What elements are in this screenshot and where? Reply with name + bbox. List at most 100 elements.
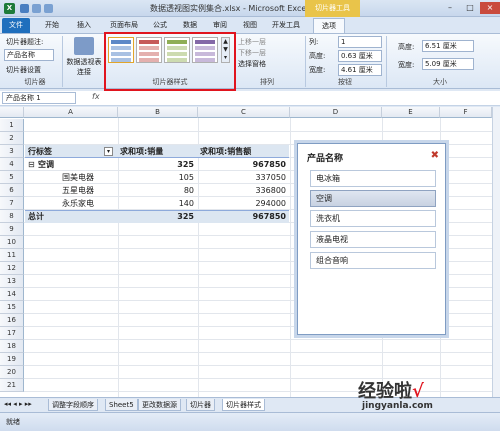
sheet-tab[interactable]: 调整字段顺序: [48, 399, 98, 411]
column-header[interactable]: E: [382, 107, 440, 118]
gridline: [24, 131, 492, 132]
sheet-tab-active[interactable]: 切片器样式: [222, 399, 265, 411]
row-header[interactable]: 14: [0, 288, 24, 301]
column-header[interactable]: D: [290, 107, 382, 118]
tab-file[interactable]: 文件: [2, 18, 30, 33]
pivot-row-name: 永乐家电: [62, 199, 94, 208]
selection-pane-button[interactable]: 选择窗格: [238, 59, 266, 69]
filter-dropdown-icon[interactable]: ▾: [104, 147, 113, 156]
row-header[interactable]: 4: [0, 158, 24, 171]
gridline: [24, 339, 492, 340]
name-box[interactable]: 产品名称 1: [2, 92, 76, 104]
formula-bar: 产品名称 1 fx: [0, 91, 500, 106]
size-width-label: 宽度:: [398, 61, 415, 69]
pivot-row-name: 五星电器: [62, 186, 94, 195]
watermark-logo: 经验啦√: [358, 381, 424, 402]
sheet-tab[interactable]: 切片器: [186, 399, 215, 411]
row-header[interactable]: 2: [0, 132, 24, 145]
row-header[interactable]: 20: [0, 366, 24, 379]
tab-page-layout[interactable]: 页面布局: [104, 18, 144, 33]
minimize-button[interactable]: –: [440, 2, 460, 14]
row-header[interactable]: 16: [0, 314, 24, 327]
save-icon[interactable]: [20, 4, 29, 13]
row-header[interactable]: 6: [0, 184, 24, 197]
row-header[interactable]: 21: [0, 379, 24, 392]
tab-formulas[interactable]: 公式: [148, 18, 172, 33]
tab-options[interactable]: 选项: [313, 18, 345, 33]
row-header[interactable]: 18: [0, 340, 24, 353]
vertical-scrollbar[interactable]: [492, 107, 500, 397]
row-header[interactable]: 13: [0, 275, 24, 288]
ribbon-tabs: 文件 开始 插入 页面布局 公式 数据 审阅 视图 开发工具 选项: [0, 17, 500, 33]
slicer-item[interactable]: 组合音响: [310, 252, 436, 269]
product-slicer[interactable]: 产品名称 ✖ 电冰箱 空调 洗衣机 液晶电视 组合音响: [297, 143, 446, 335]
pivot-connections-button[interactable]: 数据透视表连接: [64, 57, 104, 77]
column-header[interactable]: A: [24, 107, 118, 118]
row-header[interactable]: 10: [0, 236, 24, 249]
title-bar: X 数据透视图实例集合.xlsx - Microsoft Excel 切片器工具…: [0, 0, 500, 17]
tab-data[interactable]: 数据: [178, 18, 202, 33]
clear-filter-icon[interactable]: ✖: [431, 150, 439, 161]
column-header[interactable]: B: [118, 107, 198, 118]
group-slicer-label: 切片器: [24, 78, 46, 86]
slicer-item[interactable]: 电冰箱: [310, 170, 436, 187]
slicer-title: 产品名称: [307, 154, 344, 164]
row-header[interactable]: 7: [0, 197, 24, 210]
row-header[interactable]: 5: [0, 171, 24, 184]
excel-logo-icon: X: [4, 3, 15, 14]
size-width-input[interactable]: 5.09 厘米: [422, 58, 474, 70]
row-header[interactable]: 15: [0, 301, 24, 314]
column-header[interactable]: C: [198, 107, 290, 118]
button-width-input[interactable]: 4.61 厘米: [338, 64, 382, 76]
fx-icon[interactable]: fx: [92, 92, 100, 101]
sheet-nav-icons[interactable]: ◂◂ ◂ ▸ ▸▸: [4, 400, 32, 408]
tab-view[interactable]: 视图: [238, 18, 262, 33]
pivot-row-qty: 105: [178, 173, 194, 182]
slicer-caption-input[interactable]: 产品名称: [4, 49, 54, 61]
sheet-tab[interactable]: 更改数据源: [138, 399, 181, 411]
sheet-tab[interactable]: Sheet5: [105, 399, 138, 411]
tab-home[interactable]: 开始: [40, 18, 64, 33]
pivot-header-qty: 求和项:销量: [120, 147, 164, 156]
gridline: [290, 118, 291, 397]
row-header[interactable]: 12: [0, 262, 24, 275]
tab-developer[interactable]: 开发工具: [268, 18, 304, 33]
undo-icon[interactable]: [32, 4, 41, 13]
size-height-label: 高度:: [398, 43, 415, 51]
gridline: [118, 118, 119, 397]
group-divider: [305, 36, 306, 87]
slicer-item-selected[interactable]: 空调: [310, 190, 436, 207]
send-backward-button[interactable]: 下移一层: [238, 48, 266, 58]
select-all-corner[interactable]: [0, 107, 24, 118]
pivot-row-qty: 80: [183, 186, 194, 195]
row-header[interactable]: 8: [0, 210, 24, 223]
row-header[interactable]: 9: [0, 223, 24, 236]
button-height-input[interactable]: 0.63 厘米: [338, 50, 382, 62]
pivot-row-amt: 336800: [255, 186, 286, 195]
pivot-row-qty: 140: [178, 199, 194, 208]
close-button[interactable]: ×: [480, 2, 500, 14]
row-header[interactable]: 1: [0, 119, 24, 132]
pivot-total-label: 总计: [28, 212, 44, 221]
pivot-group-name: 空调: [38, 160, 54, 169]
maximize-button[interactable]: □: [460, 2, 480, 14]
columns-input[interactable]: 1: [338, 36, 382, 48]
pivot-connections-icon[interactable]: [74, 37, 94, 55]
row-header[interactable]: 19: [0, 353, 24, 366]
slicer-item[interactable]: 液晶电视: [310, 231, 436, 248]
row-header[interactable]: 17: [0, 327, 24, 340]
row-header[interactable]: 11: [0, 249, 24, 262]
bring-forward-button[interactable]: 上移一层: [238, 37, 266, 47]
tab-insert[interactable]: 插入: [72, 18, 96, 33]
column-header[interactable]: F: [440, 107, 492, 118]
row-header[interactable]: 3: [0, 145, 24, 158]
tab-review[interactable]: 审阅: [208, 18, 232, 33]
slicer-item[interactable]: 洗衣机: [310, 210, 436, 227]
pivot-row-labels-header[interactable]: 行标签: [28, 145, 114, 158]
redo-icon[interactable]: [44, 4, 53, 13]
status-text: 就绪: [6, 418, 20, 426]
slicer-settings-button[interactable]: 切片器设置: [6, 65, 41, 75]
size-height-input[interactable]: 6.51 厘米: [422, 40, 474, 52]
pivot-group-amt: 967850: [252, 160, 286, 169]
collapse-icon[interactable]: ⊟: [28, 158, 38, 171]
